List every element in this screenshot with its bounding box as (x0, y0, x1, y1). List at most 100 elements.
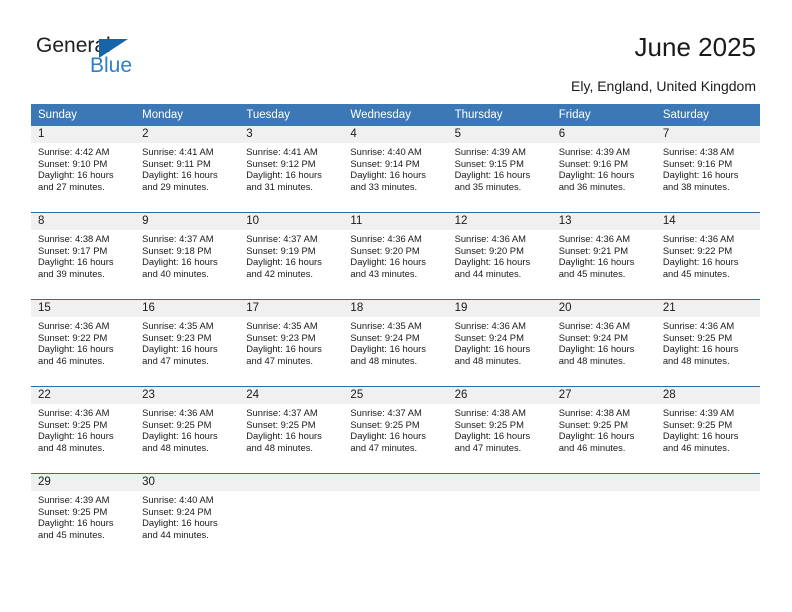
day-cell-30[interactable]: 30 Sunrise: 4:40 AM Sunset: 9:24 PM Dayligh… (135, 474, 240, 560)
day-cell-16[interactable]: 16 Sunrise: 4:35 AM Sunset: 9:23 PM Dayligh… (135, 300, 240, 387)
day-daylight-2-text: and 39 minutes. (38, 267, 105, 279)
day-details: Sunrise: 4:35 AM Sunset: 9:23 PM Daylight:… (239, 317, 343, 366)
day-cell-20[interactable]: 20 Sunrise: 4:36 AM Sunset: 9:24 PM Dayligh… (551, 300, 656, 387)
day-cell-21[interactable]: 21 Sunrise: 4:36 AM Sunset: 9:25 PM Dayligh… (655, 300, 760, 387)
day-cell-29[interactable]: 29 Sunrise: 4:39 AM Sunset: 9:25 PM Dayligh… (31, 474, 136, 560)
day-cell-26[interactable]: 26 Sunrise: 4:38 AM Sunset: 9:25 PM Dayligh… (447, 387, 552, 474)
day-cell-2[interactable]: 2 Sunrise: 4:41 AM Sunset: 9:11 PM Daylight… (135, 126, 240, 213)
day-sunrise-text: Sunrise: 4:36 AM (350, 233, 422, 244)
day-cell-24[interactable]: 24 Sunrise: 4:37 AM Sunset: 9:25 PM Dayligh… (239, 387, 344, 474)
calendar-page: General Blue June 2025 Ely, England, Uni… (0, 0, 792, 612)
day-cell-17[interactable]: 17 Sunrise: 4:35 AM Sunset: 9:23 PM Dayligh… (239, 300, 344, 387)
day-daylight-2-text: and 36 minutes. (558, 180, 626, 192)
day-cell-6[interactable]: 6 Sunrise: 4:39 AM Sunset: 9:16 PM Daylight… (551, 126, 656, 213)
day-cell-25[interactable]: 25 Sunrise: 4:37 AM Sunset: 9:25 PM Dayligh… (343, 387, 448, 474)
day-details: Sunrise: 4:39 AM Sunset: 9:25 PM Daylight:… (656, 404, 760, 453)
day-cell-19[interactable]: 19 Sunrise: 4:36 AM Sunset: 9:24 PM Dayligh… (447, 300, 552, 387)
day-cell-7[interactable]: 7 Sunrise: 4:38 AM Sunset: 9:16 PM Daylight… (655, 126, 760, 213)
day-cell-4[interactable]: 4 Sunrise: 4:40 AM Sunset: 9:14 PM Daylight… (343, 126, 448, 213)
day-cell-5[interactable]: 5 Sunrise: 4:39 AM Sunset: 9:15 PM Daylight… (447, 126, 552, 213)
day-cell-12[interactable]: 12 Sunrise: 4:36 AM Sunset: 9:20 PM Dayligh… (447, 213, 552, 300)
day-daylight-1-text: Daylight: 16 hours (246, 256, 322, 268)
day-sunset-text: Sunset: 9:21 PM (558, 244, 629, 256)
day-sunset-text: Sunset: 9:22 PM (38, 331, 108, 343)
day-cell-content: 12 Sunrise: 4:36 AM Sunset: 9:20 PM Dayligh… (447, 213, 552, 299)
day-cell-13[interactable]: 13 Sunrise: 4:36 AM Sunset: 9:21 PM Dayligh… (551, 213, 656, 300)
day-cell-empty (551, 474, 656, 560)
day-sunset-text: Sunset: 9:24 PM (350, 331, 420, 343)
day-number: 4 (343, 126, 448, 143)
day-sunrise-text: Sunrise: 4:35 AM (246, 320, 318, 331)
day-daylight-1-text: Daylight: 16 hours (454, 256, 531, 268)
day-sunrise-text: Sunrise: 4:37 AM (246, 407, 318, 418)
page-header: General Blue June 2025 Ely, England, Uni… (0, 0, 792, 100)
day-number: 18 (343, 300, 448, 317)
day-number (239, 474, 344, 491)
day-sunrise-text: Sunrise: 4:37 AM (142, 233, 214, 244)
day-daylight-2-text: and 48 minutes. (662, 354, 730, 366)
day-cell-8[interactable]: 8 Sunrise: 4:38 AM Sunset: 9:17 PM Daylight… (31, 213, 136, 300)
day-details: Sunrise: 4:39 AM Sunset: 9:25 PM Daylight:… (31, 491, 135, 540)
day-cell-content (447, 474, 552, 560)
day-cell-14[interactable]: 14 Sunrise: 4:36 AM Sunset: 9:22 PM Dayligh… (655, 213, 760, 300)
day-cell-3[interactable]: 3 Sunrise: 4:41 AM Sunset: 9:12 PM Daylight… (239, 126, 344, 213)
day-sunset-text: Sunset: 9:25 PM (350, 418, 420, 430)
day-daylight-1-text: Daylight: 16 hours (454, 430, 531, 442)
day-cell-27[interactable]: 27 Sunrise: 4:38 AM Sunset: 9:25 PM Dayligh… (551, 387, 656, 474)
day-details: Sunrise: 4:38 AM Sunset: 9:25 PM Daylight:… (448, 404, 552, 453)
day-sunset-text: Sunset: 9:16 PM (662, 157, 733, 169)
general-blue-logo[interactable]: General Blue (36, 34, 236, 86)
day-cell-28[interactable]: 28 Sunrise: 4:39 AM Sunset: 9:25 PM Dayligh… (655, 387, 760, 474)
day-daylight-2-text: and 48 minutes. (38, 441, 105, 453)
day-sunset-text: Sunset: 9:17 PM (38, 244, 108, 256)
day-daylight-1-text: Daylight: 16 hours (38, 169, 114, 181)
day-sunset-text: Sunset: 9:25 PM (38, 418, 108, 430)
day-number: 30 (135, 474, 240, 491)
day-cell-1[interactable]: 1 Sunrise: 4:42 AM Sunset: 9:10 PM Daylight… (31, 126, 136, 213)
day-sunset-text: Sunset: 9:18 PM (142, 244, 212, 256)
day-sunset-text: Sunset: 9:23 PM (246, 331, 316, 343)
day-number: 7 (655, 126, 760, 143)
day-cell-content: 30 Sunrise: 4:40 AM Sunset: 9:24 PM Dayligh… (135, 474, 240, 560)
day-cell-content: 29 Sunrise: 4:39 AM Sunset: 9:25 PM Dayligh… (31, 474, 136, 560)
day-number: 23 (135, 387, 240, 404)
day-cell-18[interactable]: 18 Sunrise: 4:35 AM Sunset: 9:24 PM Dayligh… (343, 300, 448, 387)
day-sunrise-text: Sunrise: 4:36 AM (142, 407, 214, 418)
day-cell-22[interactable]: 22 Sunrise: 4:36 AM Sunset: 9:25 PM Dayligh… (31, 387, 136, 474)
day-number: 1 (31, 126, 136, 143)
day-sunset-text: Sunset: 9:25 PM (246, 418, 316, 430)
day-cell-11[interactable]: 11 Sunrise: 4:36 AM Sunset: 9:20 PM Dayligh… (343, 213, 448, 300)
day-daylight-1-text: Daylight: 16 hours (454, 343, 531, 355)
day-daylight-2-text: and 45 minutes. (558, 267, 626, 279)
day-cell-content: 3 Sunrise: 4:41 AM Sunset: 9:12 PM Daylight… (239, 126, 344, 212)
day-sunset-text: Sunset: 9:15 PM (454, 157, 524, 169)
day-cell-9[interactable]: 9 Sunrise: 4:37 AM Sunset: 9:18 PM Daylight… (135, 213, 240, 300)
day-daylight-2-text: and 44 minutes. (142, 528, 209, 540)
day-details: Sunrise: 4:37 AM Sunset: 9:19 PM Daylight:… (239, 230, 343, 279)
day-cell-10[interactable]: 10 Sunrise: 4:37 AM Sunset: 9:19 PM Dayligh… (239, 213, 344, 300)
day-cell-content: 23 Sunrise: 4:36 AM Sunset: 9:25 PM Dayligh… (135, 387, 240, 473)
day-sunset-text: Sunset: 9:20 PM (350, 244, 420, 256)
day-daylight-2-text: and 47 minutes. (350, 441, 418, 453)
day-details (656, 491, 760, 494)
day-sunrise-text: Sunrise: 4:38 AM (662, 146, 735, 157)
day-sunset-text: Sunset: 9:20 PM (454, 244, 524, 256)
day-details: Sunrise: 4:41 AM Sunset: 9:12 PM Daylight:… (239, 143, 343, 192)
day-daylight-1-text: Daylight: 16 hours (350, 430, 426, 442)
day-number (343, 474, 448, 491)
day-sunrise-text: Sunrise: 4:36 AM (38, 407, 110, 418)
day-cell-content (239, 474, 344, 560)
day-sunset-text: Sunset: 9:10 PM (38, 157, 108, 169)
day-daylight-1-text: Daylight: 16 hours (142, 256, 218, 268)
day-sunrise-text: Sunrise: 4:39 AM (454, 146, 526, 157)
day-cell-15[interactable]: 15 Sunrise: 4:36 AM Sunset: 9:22 PM Dayligh… (31, 300, 136, 387)
day-sunset-text: Sunset: 9:19 PM (246, 244, 316, 256)
day-details (239, 491, 343, 494)
day-daylight-2-text: and 40 minutes. (142, 267, 209, 279)
day-daylight-1-text: Daylight: 16 hours (38, 430, 114, 442)
day-cell-23[interactable]: 23 Sunrise: 4:36 AM Sunset: 9:25 PM Dayligh… (135, 387, 240, 474)
day-sunset-text: Sunset: 9:24 PM (454, 331, 524, 343)
weekday-header-sunday: Sunday (31, 104, 136, 126)
day-number: 14 (655, 213, 760, 230)
day-number: 17 (239, 300, 344, 317)
